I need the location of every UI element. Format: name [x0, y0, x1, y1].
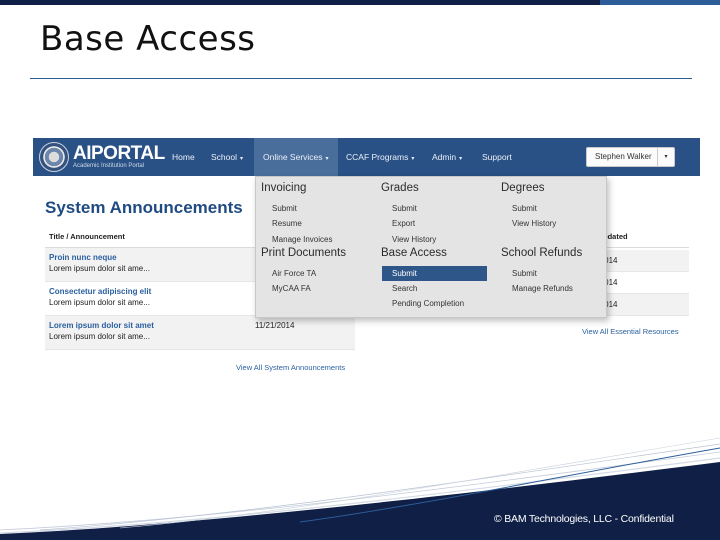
refunds-manage-link[interactable]: Manage Refunds: [512, 281, 573, 296]
logo-subtitle: Academic Institution Portal: [73, 163, 145, 169]
refunds-submit-link[interactable]: Submit: [512, 266, 537, 281]
group-base-access-title: Base Access: [381, 247, 447, 259]
announcement-date: 11/21/2014: [255, 321, 295, 330]
base-access-pending-link[interactable]: Pending Completion: [392, 296, 464, 311]
nav-online-services[interactable]: Online Services ▾: [254, 138, 338, 176]
announcement-link[interactable]: Lorem ipsum dolor sit amet: [49, 321, 351, 330]
degrees-history-link[interactable]: View History: [512, 216, 556, 231]
nav-home[interactable]: Home: [172, 138, 195, 176]
nav-support[interactable]: Support: [482, 138, 512, 176]
nav-ccaf-programs[interactable]: CCAF Programs ▾: [346, 138, 414, 176]
nav-school[interactable]: School ▾: [211, 138, 243, 176]
updated-date: 1/2014: [593, 250, 689, 272]
announcement-desc: Lorem ipsum dolor sit ame...: [49, 332, 150, 341]
group-invoicing-title: Invoicing: [261, 182, 307, 194]
portal-logo[interactable]: AIPORTAL Academic Institution Portal: [39, 141, 165, 173]
logo-wordmark: AIPORTAL: [73, 143, 165, 164]
invoicing-resume-link[interactable]: Resume: [272, 216, 302, 231]
view-all-announcements-link[interactable]: View All System Announcements: [236, 363, 345, 372]
base-access-search-link[interactable]: Search: [392, 281, 417, 296]
announcements-title: System Announcements: [45, 198, 243, 217]
view-all-resources-link[interactable]: View All Essential Resources: [582, 327, 679, 336]
invoicing-submit-link[interactable]: Submit: [272, 201, 297, 216]
title-divider: [30, 78, 692, 79]
caret-down-icon: ▾: [325, 156, 329, 162]
slide-title: Base Access: [40, 19, 256, 59]
print-mycaa-fa-link[interactable]: MyCAA FA: [272, 281, 311, 296]
base-access-submit-link[interactable]: Submit: [382, 266, 487, 281]
updated-date: 1/2014: [593, 272, 689, 294]
grades-export-link[interactable]: Export: [392, 216, 415, 231]
invoicing-manage-link[interactable]: Manage Invoices: [272, 232, 332, 247]
degrees-submit-link[interactable]: Submit: [512, 201, 537, 216]
online-services-dropdown: Invoicing Submit Resume Manage Invoices …: [255, 176, 607, 318]
top-accent-highlight: [600, 0, 720, 5]
table-row: Lorem ipsum dolor sit amet Lorem ipsum d…: [45, 316, 355, 350]
portal-screenshot: AIPORTAL Academic Institution Portal Hom…: [33, 138, 700, 378]
grades-history-link[interactable]: View History: [392, 232, 436, 247]
user-menu-button[interactable]: Stephen Walker ▾: [586, 147, 675, 167]
group-print-documents-title: Print Documents: [261, 247, 347, 259]
caret-down-icon[interactable]: ▾: [657, 148, 674, 166]
group-degrees-title: Degrees: [501, 182, 545, 194]
caret-down-icon: ▾: [240, 156, 244, 162]
dod-seal-icon: [39, 142, 69, 172]
updated-column-header: t Updated: [593, 226, 689, 248]
navbar: AIPORTAL Academic Institution Portal Hom…: [33, 138, 700, 176]
grades-submit-link[interactable]: Submit: [392, 201, 417, 216]
print-air-force-ta-link[interactable]: Air Force TA: [272, 266, 316, 281]
nav-admin[interactable]: Admin ▾: [432, 138, 462, 176]
caret-down-icon: ▾: [411, 156, 415, 162]
group-school-refunds-title: School Refunds: [501, 247, 583, 259]
caret-down-icon: ▾: [459, 156, 463, 162]
group-grades-title: Grades: [381, 182, 419, 194]
footer-copyright: © BAM Technologies, LLC - Confidential: [494, 513, 674, 525]
user-name: Stephen Walker: [595, 152, 652, 161]
updated-date: 1/2014: [593, 294, 689, 316]
